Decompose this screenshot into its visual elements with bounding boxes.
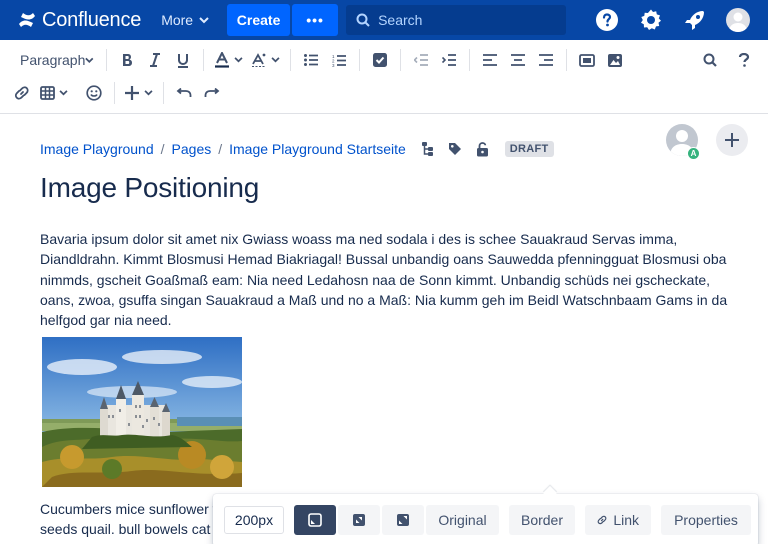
- chevron-down-icon: [271, 57, 280, 63]
- bullet-list-icon[interactable]: [297, 46, 325, 74]
- confluence-logo[interactable]: Confluence: [18, 9, 141, 32]
- table-icon[interactable]: [36, 79, 72, 107]
- breadcrumb: Image Playground / Pages / Image Playgro…: [40, 141, 554, 157]
- link-icon: [597, 515, 607, 525]
- align-center-icon[interactable]: [504, 46, 532, 74]
- collaborator-badge: A: [687, 147, 700, 160]
- profile-avatar[interactable]: [726, 8, 750, 32]
- underline-icon[interactable]: [169, 46, 197, 74]
- castle-image[interactable]: [42, 337, 242, 487]
- body-paragraph[interactable]: Bavaria ipsum dolor sit amet nix Gwiass …: [40, 229, 730, 330]
- more-menu[interactable]: More: [161, 12, 209, 28]
- page-tree-icon[interactable]: [421, 142, 434, 156]
- image-width-input[interactable]: 200px: [224, 506, 284, 534]
- chevron-down-icon: [59, 90, 68, 96]
- full-width-position-button[interactable]: [382, 505, 424, 535]
- link-icon[interactable]: [8, 79, 36, 107]
- paragraph-line: seeds quail. bull bowels cat c: [40, 521, 220, 537]
- invite-collaborator-button[interactable]: [716, 124, 748, 156]
- settings-icon[interactable]: [638, 7, 664, 33]
- paragraph-style-label: Paragraph: [20, 52, 86, 68]
- body-paragraph-2[interactable]: Cucumbers mice sunflower w seeds quail. …: [40, 499, 220, 539]
- toolbar-divider: [400, 49, 401, 71]
- indent-icon[interactable]: [435, 46, 463, 74]
- toolbar-divider: [163, 82, 164, 104]
- paragraph-line: Cucumbers mice sunflower w: [40, 501, 220, 517]
- bold-icon[interactable]: [113, 46, 141, 74]
- breadcrumb-separator: /: [160, 141, 165, 157]
- link-label: Link: [613, 512, 639, 528]
- help-icon[interactable]: [730, 46, 758, 74]
- more-label: More: [161, 12, 194, 28]
- text-color-icon[interactable]: [210, 46, 247, 74]
- italic-icon[interactable]: [141, 46, 169, 74]
- chevron-down-icon: [199, 16, 209, 23]
- original-size-button[interactable]: Original: [426, 505, 499, 535]
- toolbar-divider: [566, 49, 567, 71]
- emoji-icon[interactable]: [80, 79, 108, 107]
- label-tag-icon[interactable]: [448, 142, 462, 156]
- breadcrumb-separator: /: [218, 141, 223, 157]
- clear-format-icon[interactable]: [247, 46, 284, 74]
- align-right-icon[interactable]: [532, 46, 560, 74]
- align-center-position-icon: [353, 514, 365, 526]
- properties-button[interactable]: Properties: [661, 505, 751, 535]
- logo-text: Confluence: [42, 8, 142, 31]
- find-replace-icon[interactable]: [696, 46, 724, 74]
- create-button[interactable]: Create: [227, 4, 291, 36]
- toolbar-divider: [290, 49, 291, 71]
- castle-photo: [42, 337, 242, 487]
- search-input[interactable]: Search: [346, 5, 567, 35]
- chevron-down-icon: [85, 57, 94, 63]
- page-title[interactable]: Image Positioning: [40, 172, 259, 204]
- outdent-icon[interactable]: [407, 46, 435, 74]
- search-placeholder: Search: [378, 12, 423, 28]
- link-button[interactable]: Link: [585, 505, 651, 535]
- undo-icon[interactable]: [170, 79, 198, 107]
- chevron-down-icon: [234, 57, 243, 63]
- help-icon[interactable]: [594, 7, 620, 33]
- svg-text:3: 3: [332, 63, 335, 67]
- numbered-list-icon[interactable]: 123: [325, 46, 353, 74]
- breadcrumb-space-link[interactable]: Image Playground: [40, 141, 154, 157]
- search-icon: [356, 13, 370, 27]
- task-icon[interactable]: [366, 46, 394, 74]
- image-floating-toolbar: 200px Original Border Link Properties: [213, 494, 758, 544]
- draft-status-badge: DRAFT: [504, 141, 554, 157]
- breadcrumb-pages-link[interactable]: Pages: [172, 141, 212, 157]
- image-icon[interactable]: [601, 46, 629, 74]
- confluence-logo-icon: [19, 13, 35, 27]
- paragraph-style-select[interactable]: Paragraph: [0, 46, 100, 74]
- breadcrumb-parent-link[interactable]: Image Playground Startseite: [229, 141, 406, 157]
- align-left-position-icon: [308, 513, 322, 527]
- align-left-icon[interactable]: [476, 46, 504, 74]
- editor-toolbar: Paragraph 123: [0, 40, 768, 114]
- toolbar-divider: [359, 49, 360, 71]
- top-navigation: Confluence More Create ••• Search: [0, 0, 768, 40]
- align-center-position-button[interactable]: [338, 505, 380, 535]
- insert-icon[interactable]: [121, 79, 157, 107]
- border-button[interactable]: Border: [509, 505, 575, 535]
- full-width-position-icon: [397, 514, 409, 526]
- layouts-icon[interactable]: [573, 46, 601, 74]
- toolbar-divider: [203, 49, 204, 71]
- create-more-button[interactable]: •••: [292, 4, 339, 36]
- plus-icon: [725, 133, 739, 147]
- toolbar-divider: [106, 49, 107, 71]
- chevron-down-icon: [144, 90, 153, 96]
- notifications-icon[interactable]: [682, 7, 708, 33]
- toolbar-divider: [114, 82, 115, 104]
- unlock-icon[interactable]: [476, 141, 489, 157]
- toolbar-divider: [469, 49, 470, 71]
- redo-icon[interactable]: [198, 79, 226, 107]
- align-left-position-button[interactable]: [294, 505, 336, 535]
